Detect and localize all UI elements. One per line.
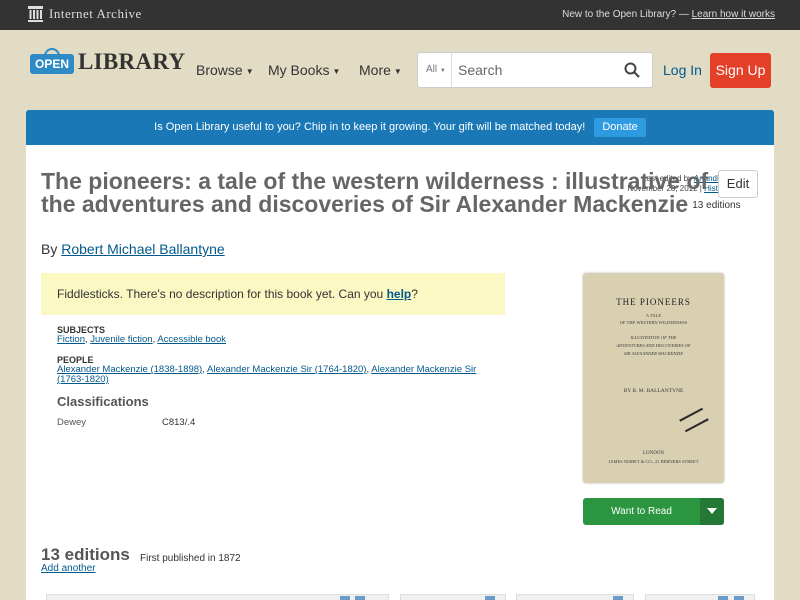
subjects-list: Fiction, Juvenile fiction, Accessible bo…	[57, 334, 226, 345]
cover-line: ILLUSTRATIVE OF THE	[630, 335, 677, 340]
cover-line: A TALE	[645, 313, 662, 318]
cover-stamp	[679, 407, 709, 433]
cover-line: SIR ALEXANDER MACKENZIE	[624, 351, 683, 356]
book-cover[interactable]: THE PIONEERS A TALE OF THE WESTERN WILDE…	[583, 273, 724, 483]
first-published: First published in 1872	[140, 553, 241, 564]
people-list: Alexander Mackenzie (1838-1898), Alexand…	[57, 364, 477, 385]
dewey-label: Dewey	[57, 417, 87, 428]
search-scope-select[interactable]: All ▼	[418, 53, 452, 87]
internet-archive-label: Internet Archive	[49, 6, 142, 21]
caret-down-icon: ▼	[439, 68, 446, 74]
byline: By Robert Michael Ballantyne	[41, 241, 225, 257]
subject-link[interactable]: Accessible book	[157, 334, 226, 345]
login-link[interactable]: Log In	[663, 62, 702, 78]
ia-prompt-text: New to the Open Library?	[562, 9, 677, 20]
person-link[interactable]: Alexander Mackenzie Sir (1764-1820)	[207, 364, 366, 375]
nav-more[interactable]: More ▼	[359, 62, 402, 78]
edition-card[interactable]	[645, 594, 755, 600]
reading-status-dropdown[interactable]	[700, 498, 724, 525]
cover-publisher: JAMES NISBET & CO., 21 BERNERS STREET	[608, 459, 699, 464]
open-sign-icon: OPEN	[30, 48, 74, 76]
cover-line: ADVENTURES AND DISCOVERIES OF	[616, 343, 691, 348]
nav-browse-label: Browse	[196, 62, 243, 78]
nav-browse[interactable]: Browse ▼	[196, 62, 254, 78]
donate-button[interactable]: Donate	[594, 118, 646, 137]
subject-link[interactable]: Fiction	[57, 334, 85, 345]
cover-title: THE PIONEERS	[616, 297, 691, 307]
signup-button[interactable]: Sign Up	[710, 53, 771, 88]
dewey-value: C813/.4	[162, 417, 196, 428]
donation-banner: Is Open Library useful to you? Chip in t…	[26, 110, 774, 145]
help-link[interactable]: help	[387, 287, 412, 301]
internet-archive-logo[interactable]: Internet Archive	[28, 6, 142, 22]
caret-down-icon: ▼	[332, 66, 341, 76]
want-to-read-control: Want to Read	[583, 498, 724, 525]
cover-author: BY R. M. BALLANTYNE	[623, 388, 684, 394]
editions-heading: 13 editions	[41, 545, 130, 564]
edition-card[interactable]	[400, 594, 506, 600]
logo-wordmark: LIBRARY	[78, 49, 186, 74]
search-input[interactable]	[458, 59, 608, 81]
editions-count: 13 editions	[692, 200, 741, 212]
no-description-notice: Fiddlesticks. There's no description for…	[41, 273, 505, 315]
caret-down-icon: ▼	[393, 66, 402, 76]
open-library-logo[interactable]: OPEN LIBRARY	[30, 48, 185, 76]
cover-place: LONDON	[642, 451, 665, 456]
temple-icon	[28, 6, 43, 22]
search-bar: All ▼	[417, 52, 653, 88]
edition-card[interactable]	[46, 594, 389, 600]
edition-card[interactable]	[516, 594, 634, 600]
nav-more-label: More	[359, 62, 391, 78]
nav-my-books-label: My Books	[268, 62, 330, 78]
internet-archive-bar: Internet Archive New to the Open Library…	[0, 0, 800, 30]
classifications-heading: Classifications	[57, 394, 149, 409]
subject-link[interactable]: Juvenile fiction	[90, 334, 152, 345]
learn-how-link[interactable]: Learn how it works	[692, 9, 775, 20]
donation-text: Is Open Library useful to you? Chip in t…	[154, 121, 586, 133]
book-title: The pioneers: a tale of the western wild…	[41, 168, 741, 217]
site-header: OPEN LIBRARY Browse ▼ My Books ▼ More ▼ All…	[0, 30, 800, 110]
book-page: Last edited by AnandBot November 28, 201…	[26, 145, 774, 600]
author-link[interactable]: Robert Michael Ballantyne	[61, 241, 224, 257]
cover-line: OF THE WESTERN WILDERNESS	[619, 320, 688, 325]
ia-new-user-prompt: New to the Open Library? — Learn how it …	[562, 9, 775, 20]
search-icon[interactable]	[624, 62, 640, 78]
caret-down-icon: ▼	[245, 66, 254, 76]
nav-my-books[interactable]: My Books ▼	[268, 62, 340, 78]
add-another-link[interactable]: Add another	[41, 563, 96, 574]
caret-down-icon	[707, 508, 717, 514]
want-to-read-button[interactable]: Want to Read	[583, 498, 700, 525]
